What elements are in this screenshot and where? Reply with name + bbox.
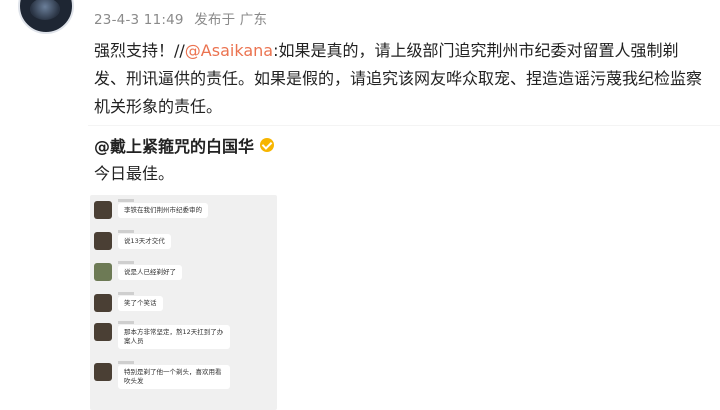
post-text-prefix: 强烈支持！// (94, 41, 185, 60)
avatar-image (30, 0, 60, 20)
chat-screenshot-image[interactable]: 李铁在我们荆州市纪委审的 说13天才交代 说是人已经剃好了 笑了个笑话 那本方非… (90, 195, 277, 410)
chat-message: 那本方非常坚定，熬12天扛到了办案人员 (94, 319, 230, 349)
post-meta: 23-4-3 11:49 发布于 广东 (94, 8, 273, 28)
user-avatar[interactable] (18, 0, 74, 34)
quoted-author-name[interactable]: @戴上紧箍咒的白国华 (94, 133, 254, 157)
post-timestamp[interactable]: 23-4-3 11:49 (94, 12, 184, 28)
chat-avatar (94, 232, 112, 250)
chat-bubble: 李铁在我们荆州市纪委审的 (118, 203, 208, 218)
chat-bubble: 说是人已经剃好了 (118, 265, 182, 280)
chat-bubble: 笑了个笑话 (118, 296, 163, 311)
chat-avatar (94, 201, 112, 219)
chat-message: 笑了个笑话 (94, 290, 163, 312)
mention-link[interactable]: @Asaikana (185, 41, 273, 60)
chat-message: 说13天才交代 (94, 228, 171, 250)
chat-message: 特别是剃了他一个剃头，喜欢用看吹头发 (94, 359, 230, 389)
post-source: 发布于 广东 (194, 12, 268, 28)
verified-badge-icon (260, 138, 275, 152)
chat-avatar (94, 363, 112, 381)
chat-bubble: 说13天才交代 (118, 234, 171, 249)
chat-avatar (94, 323, 112, 341)
chat-avatar (94, 294, 112, 312)
quoted-text: 今日最佳。 (94, 164, 175, 183)
chat-message: 李铁在我们荆州市纪委审的 (94, 197, 208, 219)
chat-bubble: 特别是剃了他一个剃头，喜欢用看吹头发 (118, 365, 230, 389)
quoted-author[interactable]: @戴上紧箍咒的白国华 (94, 133, 275, 157)
chat-message: 说是人已经剃好了 (94, 259, 182, 281)
chat-bubble: 那本方非常坚定，熬12天扛到了办案人员 (118, 325, 230, 349)
chat-avatar (94, 263, 112, 281)
divider (88, 125, 720, 126)
post-text: 强烈支持！//@Asaikana:如果是真的，请上级部门追究荆州市纪委对留置人强… (94, 37, 704, 121)
